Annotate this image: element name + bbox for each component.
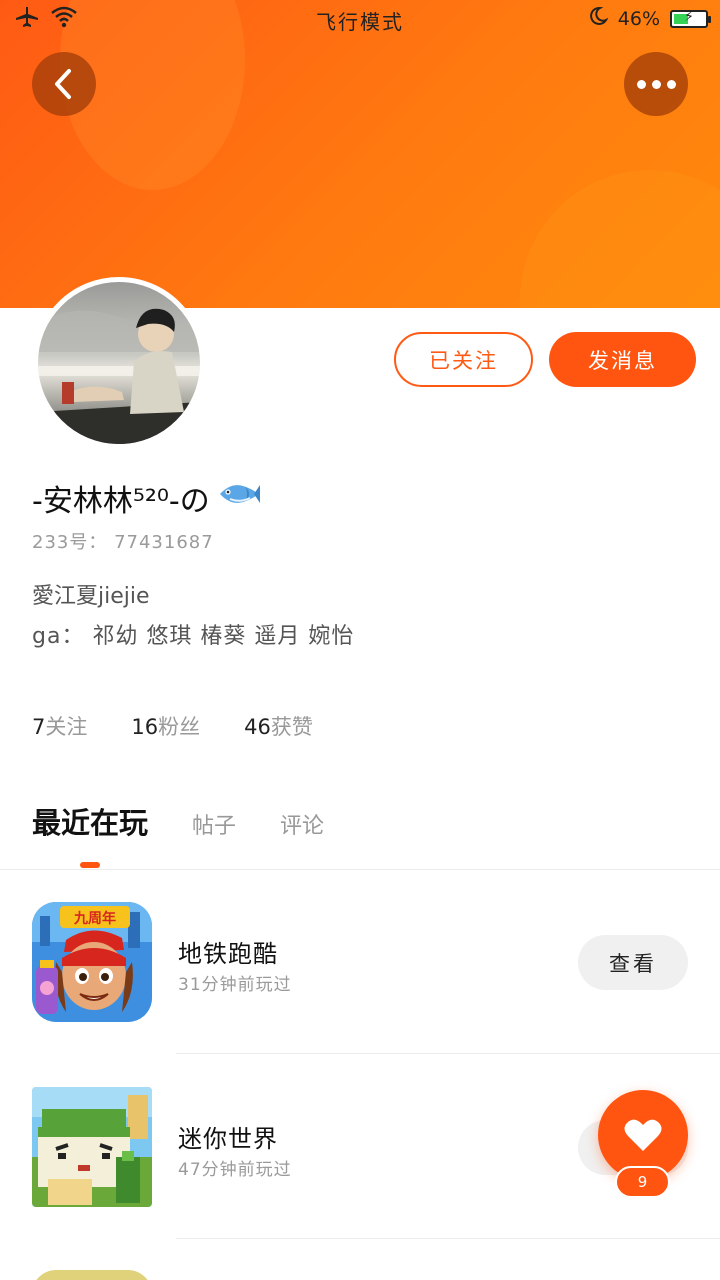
tab-comments[interactable]: 评论 xyxy=(280,808,324,840)
banner-decoration xyxy=(520,170,720,308)
user-id: 233号： 77431687 xyxy=(32,532,214,553)
fish-icon xyxy=(216,479,262,517)
mini-world-icon xyxy=(32,1087,152,1207)
game-last-played: 47分钟前玩过 xyxy=(178,1160,292,1180)
nickname: -安林林⁵²⁰-の xyxy=(32,476,262,520)
more-dots-icon xyxy=(636,79,676,89)
active-tab-indicator xyxy=(80,862,100,868)
bio-line-2: ga： 祁幼 悠琪 椿葵 遥月 婉怡 xyxy=(32,624,355,649)
battery-percent: 46% xyxy=(617,7,660,30)
like-count-badge: 9 xyxy=(615,1166,670,1198)
stat-label: 获赞 xyxy=(270,715,313,739)
svg-text:九周年: 九周年 xyxy=(73,910,116,927)
profile-stats: 7关注 16粉丝 46获赞 xyxy=(32,711,313,741)
divider xyxy=(176,1053,720,1054)
stat-fans[interactable]: 16粉丝 xyxy=(131,711,200,741)
game-name: 迷你世界 xyxy=(178,1125,278,1153)
game-last-played: 31分钟前玩过 xyxy=(178,975,292,995)
tab-posts[interactable]: 帖子 xyxy=(192,808,236,840)
avatar[interactable] xyxy=(33,277,205,449)
back-button[interactable] xyxy=(32,52,96,116)
list-item[interactable]: 九周年 地铁跑酷 31分钟前玩过 查看 xyxy=(0,870,720,1054)
stat-label: 粉丝 xyxy=(158,715,201,739)
status-bar: 飞行模式 46% ⚡ xyxy=(0,0,720,36)
stat-number: 46 xyxy=(244,715,271,739)
stat-likes: 46获赞 xyxy=(244,711,313,741)
send-message-button[interactable]: 发消息 xyxy=(549,332,696,387)
game-name: 地铁跑酷 xyxy=(178,940,278,968)
view-button[interactable]: 查看 xyxy=(578,935,688,990)
more-button[interactable] xyxy=(624,52,688,116)
stat-following[interactable]: 7关注 xyxy=(32,711,87,741)
moon-icon xyxy=(588,6,609,31)
stat-number: 16 xyxy=(131,715,159,739)
bio-line-1: 愛江夏jiejie xyxy=(32,584,150,609)
nickname-text: -安林林⁵²⁰-の xyxy=(32,484,210,519)
divider xyxy=(176,1238,720,1239)
charging-bolt-icon: ⚡ xyxy=(684,8,694,25)
heart-icon xyxy=(624,1119,662,1151)
header-banner xyxy=(0,0,720,308)
battery-icon: ⚡ xyxy=(670,8,711,28)
stat-label: 关注 xyxy=(45,715,88,739)
profile-tabs: 最近在玩 帖子 评论 xyxy=(32,800,324,842)
back-arrow-icon xyxy=(55,69,71,99)
followed-button[interactable]: 已关注 xyxy=(394,332,533,387)
tab-recently-played[interactable]: 最近在玩 xyxy=(32,800,148,842)
subway-surfers-icon: 九周年 xyxy=(32,902,152,1022)
stat-number: 7 xyxy=(32,715,46,739)
avatar-image xyxy=(38,282,200,444)
list-item[interactable] xyxy=(32,1270,152,1280)
